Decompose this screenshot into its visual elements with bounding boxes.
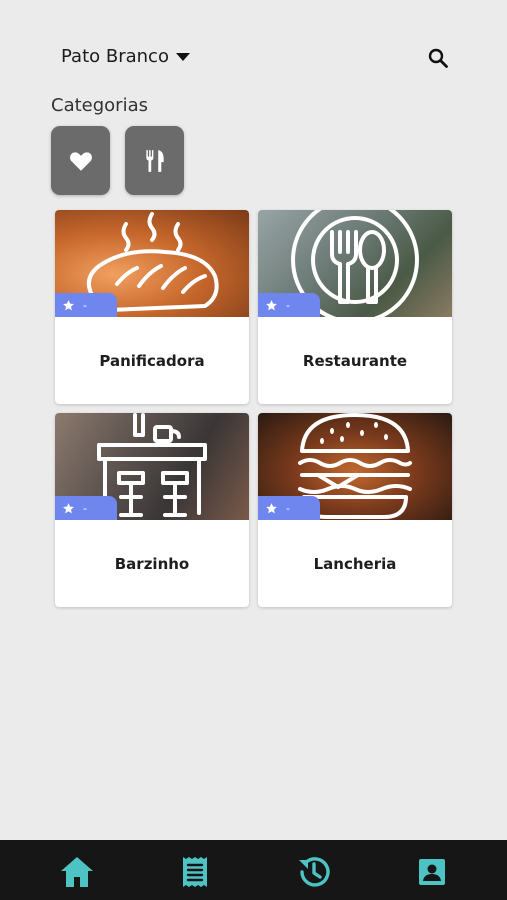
card-title: Restaurante [302,351,408,370]
city-selector[interactable]: Pato Branco [61,46,191,67]
card-title: Lancheria [313,554,397,573]
rating-value: - [83,298,87,312]
category-card-panificadora[interactable]: - Panificadora [55,210,249,404]
fork-knife-icon [145,149,164,172]
star-icon [266,299,277,310]
restaurants-filter-button[interactable] [125,126,184,195]
rating-value: - [83,501,87,515]
nav-orders[interactable] [177,854,213,890]
contact-card-icon [419,859,445,885]
favorites-filter-button[interactable] [51,126,110,195]
star-icon [266,502,277,513]
card-image: - [258,413,452,520]
city-name: Pato Branco [61,46,169,67]
history-icon [299,857,330,887]
rating-badge: - [55,293,117,317]
receipt-icon [183,857,207,887]
rating-badge: - [55,496,117,520]
bottom-nav [0,840,507,900]
app-screen: Pato Branco Categorias - Panificadora - … [0,0,507,900]
rating-value: - [286,501,290,515]
category-card-restaurante[interactable]: - Restaurante [258,210,452,404]
card-title: Barzinho [114,554,190,573]
category-card-barzinho[interactable]: - Barzinho [55,413,249,607]
card-image: - [55,210,249,317]
star-icon [63,299,74,310]
nav-history[interactable] [296,854,332,890]
rating-badge: - [258,496,320,520]
rating-value: - [286,298,290,312]
rating-badge: - [258,293,320,317]
categories-title: Categorias [51,95,148,116]
card-title: Panificadora [99,351,205,370]
search-icon [428,48,448,68]
nav-home[interactable] [59,854,95,890]
search-button[interactable] [427,47,449,69]
category-card-lancheria[interactable]: - Lancheria [258,413,452,607]
home-icon [61,857,93,887]
card-image: - [55,413,249,520]
card-image: - [258,210,452,317]
star-icon [63,502,74,513]
caret-down-icon [175,52,190,61]
nav-profile[interactable] [414,854,450,890]
heart-icon [69,151,92,171]
